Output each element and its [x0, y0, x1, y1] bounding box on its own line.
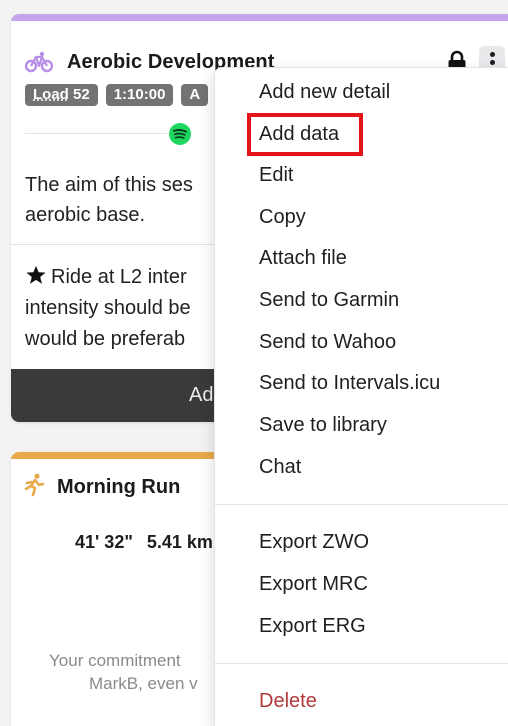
menu-item-export-zwo[interactable]: Export ZWO	[259, 529, 369, 555]
highlight-box	[247, 113, 363, 156]
more-options-menu: Add new detail Add data Edit Copy Attach…	[214, 67, 508, 726]
duration-value: 41' 32"	[75, 532, 133, 552]
menu-item-chat[interactable]: Chat	[259, 454, 301, 480]
star-icon	[26, 265, 46, 284]
add-button-label: Ad	[189, 384, 214, 406]
duration-badge: 1:10:00	[105, 84, 174, 106]
workout-badges: Load 52 1:10:00 A	[25, 84, 209, 106]
menu-item-delete[interactable]: Delete	[259, 688, 317, 714]
card-accent-bar	[11, 14, 508, 21]
divider	[25, 133, 167, 134]
load-badge[interactable]: Load 52	[25, 84, 98, 106]
menu-item-send-to-garmin[interactable]: Send to Garmin	[259, 287, 399, 313]
menu-item-edit[interactable]: Edit	[259, 162, 293, 188]
menu-divider	[215, 504, 508, 505]
menu-item-add-new-detail[interactable]: Add new detail	[259, 79, 390, 105]
workout-stats: 41' 32" 5.41 km	[75, 532, 213, 553]
menu-item-attach-file[interactable]: Attach file	[259, 245, 347, 271]
workout-title[interactable]: Morning Run	[57, 476, 180, 499]
kebab-menu-icon	[490, 52, 495, 57]
bike-icon	[25, 51, 53, 73]
menu-item-export-mrc[interactable]: Export MRC	[259, 571, 368, 597]
menu-item-send-to-wahoo[interactable]: Send to Wahoo	[259, 329, 396, 355]
spotify-icon[interactable]	[168, 122, 192, 146]
distance-value: 5.41 km	[146, 532, 213, 552]
menu-item-export-erg[interactable]: Export ERG	[259, 613, 366, 639]
menu-item-copy[interactable]: Copy	[259, 204, 306, 230]
menu-divider	[215, 663, 508, 664]
menu-item-save-to-library[interactable]: Save to library	[259, 412, 387, 438]
run-icon	[24, 473, 45, 497]
extra-badge: A	[181, 84, 209, 106]
menu-item-send-to-intervals[interactable]: Send to Intervals.icu	[259, 370, 440, 396]
